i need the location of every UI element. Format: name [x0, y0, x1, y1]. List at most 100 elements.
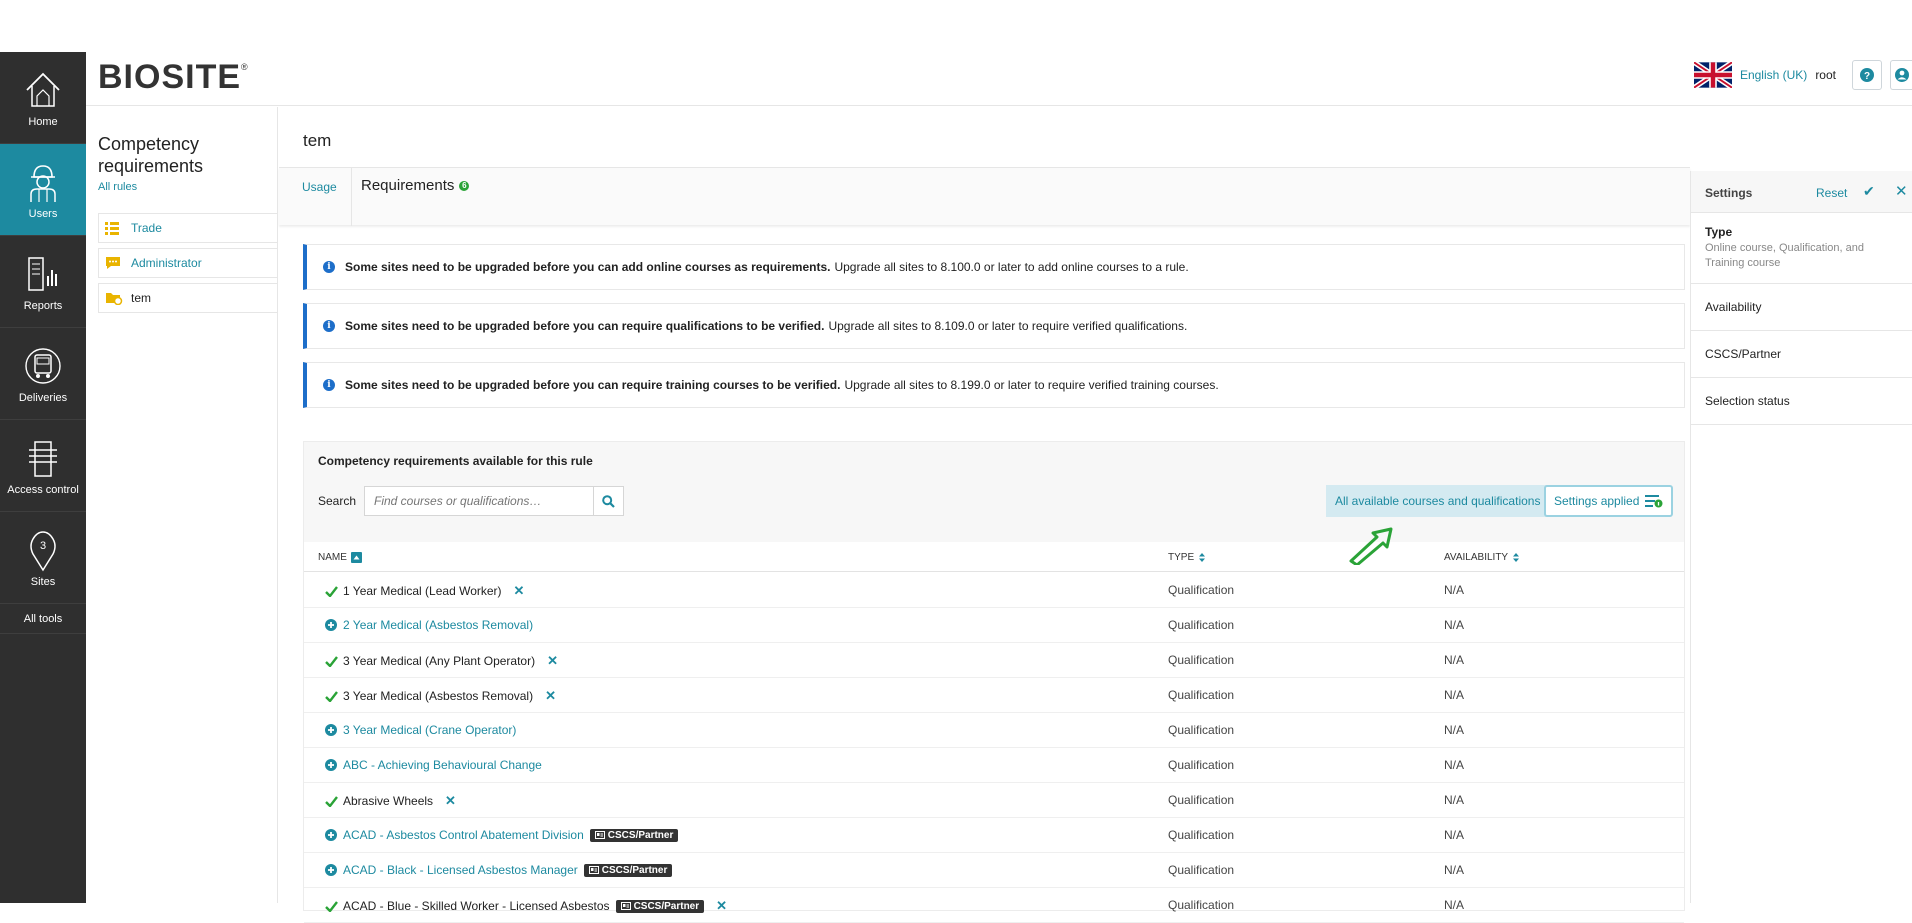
remove-icon[interactable]: ✕ — [514, 583, 525, 599]
remove-icon[interactable]: ✕ — [716, 898, 727, 914]
table-row[interactable]: ACAD - Blue - Skilled Worker - Licensed … — [304, 888, 1684, 923]
table-row[interactable]: Abrasive Wheels ✕ Qualification N/A — [304, 783, 1684, 818]
settings-reset-button[interactable]: Reset — [1816, 186, 1847, 200]
rule-list: Trade Administrator tem — [98, 213, 277, 313]
settings-close-icon[interactable]: ✕ — [1895, 182, 1908, 200]
settings-panel: Settings Reset ✔ ✕ Type Online course, Q… — [1690, 171, 1912, 903]
search-button[interactable] — [593, 487, 623, 515]
row-name[interactable]: 2 Year Medical (Asbestos Removal) — [343, 618, 533, 632]
nav-home[interactable]: Home — [0, 52, 86, 144]
add-circle-icon[interactable] — [324, 619, 338, 631]
top-header: BIOSITE® English (UK) root ? — [86, 52, 1912, 106]
row-name[interactable]: 3 Year Medical (Crane Operator) — [343, 723, 516, 737]
rule-item-tem[interactable]: tem — [98, 283, 277, 313]
remove-icon[interactable]: ✕ — [547, 653, 558, 669]
annotation-arrow-icon — [1349, 527, 1393, 565]
table-row[interactable]: 1 Year Medical (Lead Worker) ✕ Qualificati… — [304, 573, 1684, 608]
row-name[interactable]: ABC - Achieving Behavioural Change — [343, 758, 542, 772]
nav-deliveries[interactable]: Deliveries — [0, 328, 86, 420]
check-icon — [324, 585, 338, 597]
user-hardhat-icon — [23, 160, 63, 204]
badge-label: CSCS/Partner — [601, 864, 668, 876]
row-name: 1 Year Medical (Lead Worker) — [343, 584, 502, 598]
tab-usage[interactable]: Usage — [302, 180, 337, 194]
nav-reports[interactable]: Reports — [0, 236, 86, 328]
row-availability: N/A — [1444, 793, 1465, 807]
logo-mark: ® — [241, 62, 249, 72]
row-type: Qualification — [1168, 828, 1235, 842]
rule-label: Administrator — [131, 256, 202, 270]
tab-bar: Usage Requirements 6 — [279, 167, 1690, 226]
settings-panel-header: Settings Reset ✔ ✕ — [1691, 171, 1912, 213]
row-name: 3 Year Medical (Asbestos Removal) — [343, 689, 534, 703]
nav-sites[interactable]: 3 Sites — [0, 512, 86, 604]
add-circle-icon[interactable] — [324, 724, 338, 736]
help-button[interactable]: ? — [1852, 60, 1882, 90]
cscs-partner-badge: CSCS/Partner — [615, 899, 705, 913]
sidebar-title: Competency requirements — [98, 134, 204, 176]
settings-apply-check-icon[interactable]: ✔ — [1863, 183, 1875, 200]
uk-flag-icon[interactable] — [1693, 62, 1732, 88]
biosite-logo[interactable]: BIOSITE® — [98, 58, 249, 97]
settings-cscs-partner[interactable]: CSCS/Partner — [1691, 331, 1912, 378]
row-availability: N/A — [1444, 828, 1465, 842]
nav-access-control[interactable]: Access control — [0, 420, 86, 512]
table-row[interactable]: ACAD - Black - Licensed Asbestos Manager… — [304, 853, 1684, 888]
notice-bold: Some sites need to be upgraded before yo… — [345, 378, 841, 392]
col-name-header[interactable]: NAME — [318, 552, 362, 563]
row-name[interactable]: ACAD - Asbestos Control Abatement Divisi… — [343, 828, 584, 842]
tab-divider — [351, 168, 352, 226]
row-name: Abrasive Wheels — [343, 794, 434, 808]
nav-all-tools[interactable]: All tools — [0, 604, 86, 634]
remove-icon[interactable]: ✕ — [445, 793, 456, 809]
col-type-header[interactable]: TYPE — [1168, 552, 1206, 563]
add-circle-icon[interactable] — [324, 864, 338, 876]
truck-icon — [23, 344, 63, 388]
tab-requirements[interactable]: Requirements 6 — [361, 177, 470, 194]
col-availability-header[interactable]: AVAILABILITY — [1444, 552, 1520, 563]
rule-item-administrator[interactable]: Administrator — [98, 248, 277, 278]
row-availability: N/A — [1444, 618, 1465, 632]
profile-button[interactable] — [1890, 60, 1912, 90]
header-actions: English (UK) root ? — [1693, 60, 1912, 90]
table-row[interactable]: 3 Year Medical (Asbestos Removal) ✕ Qualif… — [304, 678, 1684, 713]
availability-filter-button[interactable]: All available courses and qualifications — [1326, 485, 1550, 517]
notice-bold: Some sites need to be upgraded before yo… — [345, 260, 831, 274]
row-type: Qualification — [1168, 793, 1235, 807]
nav-users[interactable]: Users — [0, 144, 86, 236]
row-name[interactable]: ACAD - Black - Licensed Asbestos Manager — [343, 863, 578, 877]
settings-selection-status[interactable]: Selection status — [1691, 378, 1912, 425]
row-availability: N/A — [1444, 653, 1465, 667]
badge-label: CSCS/Partner — [633, 900, 700, 912]
filter-settings-icon — [1645, 495, 1663, 508]
row-type: Qualification — [1168, 758, 1235, 772]
chat-bubble-icon — [105, 255, 123, 271]
settings-title: Settings — [1705, 186, 1753, 200]
table-row[interactable]: 3 Year Medical (Crane Operator) Qualifica… — [304, 713, 1684, 748]
row-name-cell: ACAD - Asbestos Control Abatement Divisi… — [324, 828, 679, 842]
settings-type[interactable]: Type Online course, Qualification, and T… — [1691, 213, 1912, 284]
sort-icon — [1199, 553, 1206, 562]
info-icon: i — [323, 261, 335, 273]
add-circle-icon[interactable] — [324, 829, 338, 841]
nav-access-control-label: Access control — [7, 483, 79, 496]
search-input[interactable] — [365, 487, 593, 515]
language-selector[interactable]: English (UK) — [1740, 68, 1807, 82]
table-row[interactable]: 3 Year Medical (Any Plant Operator) ✕ Qual… — [304, 643, 1684, 678]
table-row[interactable]: 2 Year Medical (Asbestos Removal) Qualifi… — [304, 608, 1684, 643]
settings-selection-label: Selection status — [1705, 394, 1790, 408]
table-row[interactable]: ABC - Achieving Behavioural Change Qualif… — [304, 748, 1684, 783]
row-type: Qualification — [1168, 723, 1235, 737]
rules-sidebar: Competency requirements All rules Trade … — [86, 107, 278, 903]
rule-item-trade[interactable]: Trade — [98, 213, 277, 243]
settings-availability[interactable]: Availability — [1691, 284, 1912, 331]
add-circle-icon[interactable] — [324, 759, 338, 771]
check-icon — [324, 900, 338, 912]
remove-icon[interactable]: ✕ — [545, 688, 556, 704]
all-rules-link[interactable]: All rules — [98, 181, 277, 193]
settings-type-label: Type — [1705, 225, 1733, 239]
table-row[interactable]: ACAD - Asbestos Control Abatement Divisi… — [304, 818, 1684, 853]
settings-applied-button[interactable]: Settings applied — [1544, 485, 1674, 517]
settings-cscs-label: CSCS/Partner — [1705, 347, 1782, 361]
current-user[interactable]: root — [1815, 68, 1836, 82]
